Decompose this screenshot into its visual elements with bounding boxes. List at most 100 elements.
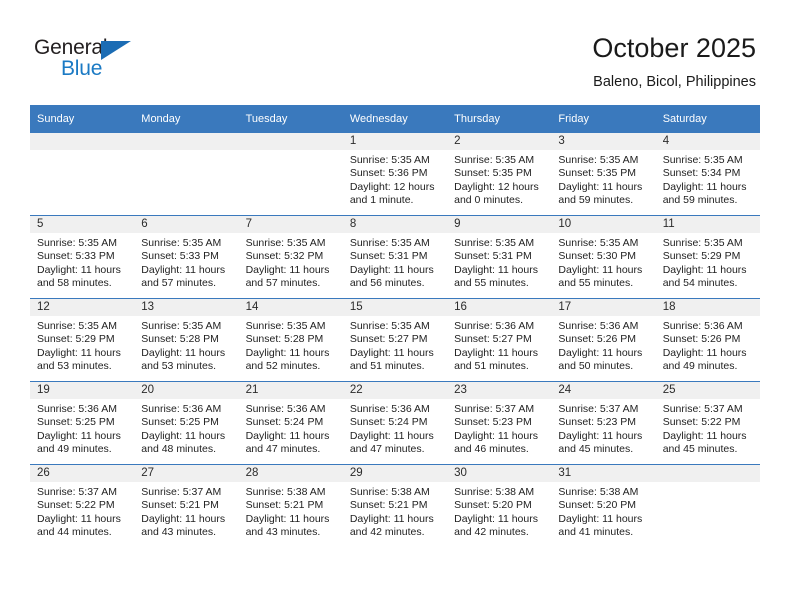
calendar-day-cell[interactable]: 30 Sunrise: 5:38 AM Sunset: 5:20 PM Dayligh… <box>447 464 552 547</box>
day-details: Sunrise: 5:37 AM Sunset: 5:22 PM Daylight:… <box>656 399 760 457</box>
sunrise-text: Sunrise: 5:35 AM <box>662 237 743 249</box>
calendar-day-cell[interactable]: 9 Sunrise: 5:35 AM Sunset: 5:31 PM Daylight… <box>447 215 552 299</box>
sunrise-text: Sunrise: 5:35 AM <box>349 237 430 249</box>
daylight-text-line2: and 49 minutes. <box>37 443 112 456</box>
calendar-day-cell[interactable]: 8 Sunrise: 5:35 AM Sunset: 5:31 PM Daylight… <box>342 215 448 299</box>
calendar-day-cell[interactable]: 21 Sunrise: 5:36 AM Sunset: 5:24 PM Dayligh… <box>238 381 343 465</box>
sunrise-text: Sunrise: 5:36 AM <box>141 403 222 415</box>
calendar-day-cell[interactable]: 1 Sunrise: 5:35 AM Sunset: 5:36 PM Daylight… <box>342 133 448 216</box>
sunrise-text: Sunrise: 5:35 AM <box>349 154 430 166</box>
calendar-day-cell[interactable]: 29 Sunrise: 5:38 AM Sunset: 5:21 PM Dayligh… <box>342 464 448 547</box>
day-details: Sunrise: 5:38 AM Sunset: 5:21 PM Daylight:… <box>343 482 447 540</box>
calendar-day-cell[interactable]: 28 Sunrise: 5:38 AM Sunset: 5:21 PM Dayligh… <box>238 464 343 547</box>
sunrise-text: Sunrise: 5:36 AM <box>245 403 326 415</box>
sunset-text: Sunset: 5:31 PM <box>349 250 428 263</box>
day-number: 19 <box>30 382 135 399</box>
calendar-page: General Blue October 2025 Baleno, Bicol,… <box>0 0 792 612</box>
calendar-day-cell[interactable]: 23 Sunrise: 5:37 AM Sunset: 5:23 PM Dayligh… <box>447 381 552 465</box>
calendar-day-cell-empty <box>134 133 239 216</box>
sunset-text: Sunset: 5:27 PM <box>454 333 532 346</box>
sunset-text: Sunset: 5:24 PM <box>349 416 428 429</box>
weekday-header-thursday: Thursday <box>447 105 552 133</box>
day-number: 2 <box>447 133 552 150</box>
daylight-text-line1: Daylight: 12 hours <box>454 180 539 193</box>
calendar-day-cell-empty <box>238 133 343 216</box>
calendar-day-cell[interactable]: 14 Sunrise: 5:35 AM Sunset: 5:28 PM Dayligh… <box>238 298 343 382</box>
day-details: Sunrise: 5:36 AM Sunset: 5:25 PM Daylight:… <box>30 399 134 457</box>
calendar-day-cell[interactable]: 4 Sunrise: 5:35 AM Sunset: 5:34 PM Daylight… <box>655 133 760 216</box>
day-details: Sunrise: 5:35 AM Sunset: 5:28 PM Daylight:… <box>134 316 238 374</box>
calendar-day-cell[interactable]: 27 Sunrise: 5:37 AM Sunset: 5:21 PM Dayligh… <box>134 464 239 547</box>
calendar-day-cell[interactable]: 11 Sunrise: 5:35 AM Sunset: 5:29 PM Dayligh… <box>655 215 760 299</box>
daylight-text-line2: and 47 minutes. <box>349 443 425 456</box>
day-number: 16 <box>447 299 552 316</box>
daylight-text-line2: and 42 minutes. <box>349 526 425 539</box>
calendar-week-row: 19 Sunrise: 5:36 AM Sunset: 5:25 PM Dayligh… <box>30 381 760 465</box>
sunrise-text: Sunrise: 5:35 AM <box>558 237 639 249</box>
calendar-day-cell[interactable]: 22 Sunrise: 5:36 AM Sunset: 5:24 PM Dayligh… <box>342 381 448 465</box>
daylight-text-line2: and 58 minutes. <box>37 277 112 290</box>
sunrise-text: Sunrise: 5:35 AM <box>454 154 535 166</box>
calendar-day-cell[interactable]: 5 Sunrise: 5:35 AM Sunset: 5:33 PM Daylight… <box>30 215 135 299</box>
daylight-text-line1: Daylight: 11 hours <box>558 512 643 525</box>
calendar-day-cell[interactable]: 25 Sunrise: 5:37 AM Sunset: 5:22 PM Dayligh… <box>655 381 760 465</box>
sunset-text: Sunset: 5:25 PM <box>141 416 219 429</box>
calendar-day-cell[interactable]: 20 Sunrise: 5:36 AM Sunset: 5:25 PM Dayligh… <box>134 381 239 465</box>
daylight-text-line1: Daylight: 11 hours <box>558 429 643 442</box>
day-number: 12 <box>30 299 135 316</box>
calendar-day-cell[interactable]: 19 Sunrise: 5:36 AM Sunset: 5:25 PM Dayligh… <box>30 381 135 465</box>
sunset-text: Sunset: 5:33 PM <box>37 250 115 263</box>
day-number <box>30 133 135 150</box>
day-details: Sunrise: 5:35 AM Sunset: 5:34 PM Daylight:… <box>656 150 760 208</box>
day-number: 22 <box>342 382 448 399</box>
calendar-day-cell[interactable]: 6 Sunrise: 5:35 AM Sunset: 5:33 PM Daylight… <box>134 215 239 299</box>
day-number: 9 <box>447 216 552 233</box>
calendar-body: 1 Sunrise: 5:35 AM Sunset: 5:36 PM Daylight… <box>30 133 760 547</box>
sunrise-text: Sunrise: 5:37 AM <box>141 486 222 498</box>
day-details: Sunrise: 5:37 AM Sunset: 5:23 PM Daylight:… <box>447 399 551 457</box>
calendar-day-cell[interactable]: 7 Sunrise: 5:35 AM Sunset: 5:32 PM Daylight… <box>238 215 343 299</box>
calendar-day-cell[interactable]: 17 Sunrise: 5:36 AM Sunset: 5:26 PM Dayligh… <box>551 298 656 382</box>
day-number: 24 <box>551 382 656 399</box>
sunset-text: Sunset: 5:29 PM <box>662 250 741 263</box>
daylight-text-line1: Daylight: 12 hours <box>349 180 435 193</box>
calendar-header-row: Sunday Monday Tuesday Wednesday Thursday… <box>30 105 760 133</box>
daylight-text-line1: Daylight: 11 hours <box>662 263 747 276</box>
day-details: Sunrise: 5:35 AM Sunset: 5:31 PM Daylight:… <box>343 233 447 291</box>
calendar-day-cell[interactable]: 24 Sunrise: 5:37 AM Sunset: 5:23 PM Dayligh… <box>551 381 656 465</box>
weekday-header-monday: Monday <box>134 105 239 133</box>
daylight-text-line2: and 57 minutes. <box>141 277 216 290</box>
daylight-text-line2: and 46 minutes. <box>454 443 529 456</box>
day-number: 23 <box>447 382 552 399</box>
daylight-text-line2: and 50 minutes. <box>558 360 634 373</box>
calendar-week-row: 26 Sunrise: 5:37 AM Sunset: 5:22 PM Dayligh… <box>30 464 760 547</box>
calendar-day-cell[interactable]: 3 Sunrise: 5:35 AM Sunset: 5:35 PM Daylight… <box>551 133 656 216</box>
sunset-text: Sunset: 5:26 PM <box>558 333 637 346</box>
day-number: 21 <box>238 382 343 399</box>
day-number <box>134 133 239 150</box>
sunrise-text: Sunrise: 5:35 AM <box>349 320 430 332</box>
daylight-text-line2: and 53 minutes. <box>37 360 112 373</box>
daylight-text-line2: and 55 minutes. <box>558 277 634 290</box>
calendar-day-cell[interactable]: 13 Sunrise: 5:35 AM Sunset: 5:28 PM Dayligh… <box>134 298 239 382</box>
calendar-day-cell[interactable]: 15 Sunrise: 5:35 AM Sunset: 5:27 PM Dayligh… <box>342 298 448 382</box>
calendar-day-cell[interactable]: 12 Sunrise: 5:35 AM Sunset: 5:29 PM Dayligh… <box>30 298 135 382</box>
weekday-header-wednesday: Wednesday <box>342 105 448 133</box>
calendar-day-cell[interactable]: 16 Sunrise: 5:36 AM Sunset: 5:27 PM Dayligh… <box>447 298 552 382</box>
daylight-text-line1: Daylight: 11 hours <box>662 180 747 193</box>
sunset-text: Sunset: 5:34 PM <box>662 167 741 180</box>
sunset-text: Sunset: 5:35 PM <box>454 167 532 180</box>
calendar-day-cell[interactable]: 10 Sunrise: 5:35 AM Sunset: 5:30 PM Dayligh… <box>551 215 656 299</box>
brand-logo[interactable]: General Blue <box>34 36 184 82</box>
calendar-day-cell[interactable]: 31 Sunrise: 5:38 AM Sunset: 5:20 PM Dayligh… <box>551 464 656 547</box>
day-details: Sunrise: 5:35 AM Sunset: 5:35 PM Daylight:… <box>551 150 655 208</box>
sunset-text: Sunset: 5:21 PM <box>349 499 428 512</box>
sunset-text: Sunset: 5:21 PM <box>141 499 219 512</box>
day-number: 18 <box>655 299 760 316</box>
calendar-day-cell[interactable]: 2 Sunrise: 5:35 AM Sunset: 5:35 PM Daylight… <box>447 133 552 216</box>
daylight-text-line1: Daylight: 11 hours <box>37 429 121 442</box>
daylight-text-line2: and 47 minutes. <box>245 443 321 456</box>
calendar-day-cell[interactable]: 26 Sunrise: 5:37 AM Sunset: 5:22 PM Dayligh… <box>30 464 135 547</box>
sunset-text: Sunset: 5:20 PM <box>558 499 637 512</box>
calendar-day-cell[interactable]: 18 Sunrise: 5:36 AM Sunset: 5:26 PM Dayligh… <box>655 298 760 382</box>
